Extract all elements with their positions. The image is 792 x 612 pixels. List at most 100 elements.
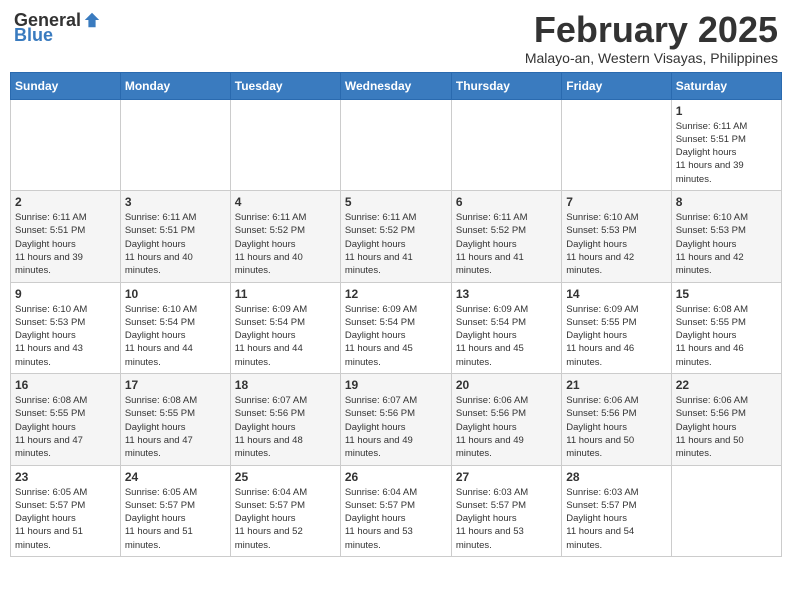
calendar-cell: 25 Sunrise: 6:04 AMSunset: 5:57 PMDaylig… [230,465,340,556]
day-info: Sunrise: 6:08 AMSunset: 5:55 PMDaylight … [676,304,748,368]
weekday-header: Tuesday [230,72,340,99]
calendar-week-row: 16 Sunrise: 6:08 AMSunset: 5:55 PMDaylig… [11,374,782,465]
calendar-cell: 18 Sunrise: 6:07 AMSunset: 5:56 PMDaylig… [230,374,340,465]
day-info: Sunrise: 6:04 AMSunset: 5:57 PMDaylight … [345,487,417,551]
day-info: Sunrise: 6:06 AMSunset: 5:56 PMDaylight … [456,395,528,459]
calendar-cell [340,99,451,190]
day-info: Sunrise: 6:05 AMSunset: 5:57 PMDaylight … [15,487,87,551]
calendar-cell: 19 Sunrise: 6:07 AMSunset: 5:56 PMDaylig… [340,374,451,465]
day-info: Sunrise: 6:06 AMSunset: 5:56 PMDaylight … [676,395,748,459]
day-number: 23 [15,470,116,484]
calendar-cell: 11 Sunrise: 6:09 AMSunset: 5:54 PMDaylig… [230,282,340,373]
calendar-week-row: 1 Sunrise: 6:11 AMSunset: 5:51 PMDayligh… [11,99,782,190]
day-info: Sunrise: 6:03 AMSunset: 5:57 PMDaylight … [456,487,528,551]
calendar-cell: 10 Sunrise: 6:10 AMSunset: 5:54 PMDaylig… [120,282,230,373]
calendar-cell: 6 Sunrise: 6:11 AMSunset: 5:52 PMDayligh… [451,191,561,282]
day-number: 18 [235,378,336,392]
day-number: 7 [566,195,666,209]
day-info: Sunrise: 6:09 AMSunset: 5:55 PMDaylight … [566,304,638,368]
calendar-cell: 14 Sunrise: 6:09 AMSunset: 5:55 PMDaylig… [562,282,671,373]
calendar-cell: 7 Sunrise: 6:10 AMSunset: 5:53 PMDayligh… [562,191,671,282]
calendar-cell [671,465,781,556]
day-number: 2 [15,195,116,209]
calendar-cell: 8 Sunrise: 6:10 AMSunset: 5:53 PMDayligh… [671,191,781,282]
calendar-cell [120,99,230,190]
day-info: Sunrise: 6:08 AMSunset: 5:55 PMDaylight … [15,395,87,459]
day-info: Sunrise: 6:10 AMSunset: 5:53 PMDaylight … [15,304,87,368]
day-info: Sunrise: 6:07 AMSunset: 5:56 PMDaylight … [235,395,307,459]
day-info: Sunrise: 6:08 AMSunset: 5:55 PMDaylight … [125,395,197,459]
day-info: Sunrise: 6:09 AMSunset: 5:54 PMDaylight … [456,304,528,368]
calendar-cell: 26 Sunrise: 6:04 AMSunset: 5:57 PMDaylig… [340,465,451,556]
day-info: Sunrise: 6:05 AMSunset: 5:57 PMDaylight … [125,487,197,551]
day-info: Sunrise: 6:11 AMSunset: 5:52 PMDaylight … [235,212,307,276]
day-number: 25 [235,470,336,484]
day-number: 10 [125,287,226,301]
calendar-cell: 21 Sunrise: 6:06 AMSunset: 5:56 PMDaylig… [562,374,671,465]
day-number: 3 [125,195,226,209]
day-info: Sunrise: 6:10 AMSunset: 5:53 PMDaylight … [566,212,638,276]
calendar-cell: 17 Sunrise: 6:08 AMSunset: 5:55 PMDaylig… [120,374,230,465]
page-header: General Blue February 2025 Malayo-an, We… [10,10,782,66]
calendar-cell: 12 Sunrise: 6:09 AMSunset: 5:54 PMDaylig… [340,282,451,373]
calendar-cell: 23 Sunrise: 6:05 AMSunset: 5:57 PMDaylig… [11,465,121,556]
calendar-cell: 20 Sunrise: 6:06 AMSunset: 5:56 PMDaylig… [451,374,561,465]
day-number: 24 [125,470,226,484]
day-info: Sunrise: 6:04 AMSunset: 5:57 PMDaylight … [235,487,307,551]
weekday-header: Saturday [671,72,781,99]
day-info: Sunrise: 6:06 AMSunset: 5:56 PMDaylight … [566,395,638,459]
day-number: 27 [456,470,557,484]
day-number: 28 [566,470,666,484]
calendar-cell: 15 Sunrise: 6:08 AMSunset: 5:55 PMDaylig… [671,282,781,373]
day-info: Sunrise: 6:09 AMSunset: 5:54 PMDaylight … [235,304,307,368]
calendar-cell: 3 Sunrise: 6:11 AMSunset: 5:51 PMDayligh… [120,191,230,282]
day-number: 8 [676,195,777,209]
calendar-cell: 28 Sunrise: 6:03 AMSunset: 5:57 PMDaylig… [562,465,671,556]
day-info: Sunrise: 6:07 AMSunset: 5:56 PMDaylight … [345,395,417,459]
day-number: 17 [125,378,226,392]
day-info: Sunrise: 6:10 AMSunset: 5:54 PMDaylight … [125,304,197,368]
calendar-cell: 27 Sunrise: 6:03 AMSunset: 5:57 PMDaylig… [451,465,561,556]
calendar-cell: 4 Sunrise: 6:11 AMSunset: 5:52 PMDayligh… [230,191,340,282]
day-number: 16 [15,378,116,392]
weekday-header: Friday [562,72,671,99]
day-number: 11 [235,287,336,301]
logo-icon [83,11,101,29]
day-number: 26 [345,470,447,484]
weekday-header: Sunday [11,72,121,99]
day-number: 19 [345,378,447,392]
month-title: February 2025 [525,10,778,50]
calendar-cell: 1 Sunrise: 6:11 AMSunset: 5:51 PMDayligh… [671,99,781,190]
calendar-week-row: 2 Sunrise: 6:11 AMSunset: 5:51 PMDayligh… [11,191,782,282]
day-info: Sunrise: 6:11 AMSunset: 5:52 PMDaylight … [345,212,417,276]
calendar-table: SundayMondayTuesdayWednesdayThursdayFrid… [10,72,782,557]
day-info: Sunrise: 6:11 AMSunset: 5:51 PMDaylight … [125,212,197,276]
day-number: 4 [235,195,336,209]
day-number: 1 [676,104,777,118]
day-number: 22 [676,378,777,392]
day-number: 6 [456,195,557,209]
calendar-cell [230,99,340,190]
day-info: Sunrise: 6:11 AMSunset: 5:52 PMDaylight … [456,212,528,276]
day-number: 15 [676,287,777,301]
calendar-cell: 24 Sunrise: 6:05 AMSunset: 5:57 PMDaylig… [120,465,230,556]
weekday-header: Thursday [451,72,561,99]
day-info: Sunrise: 6:11 AMSunset: 5:51 PMDaylight … [676,121,748,185]
title-area: February 2025 Malayo-an, Western Visayas… [525,10,778,66]
calendar-cell: 5 Sunrise: 6:11 AMSunset: 5:52 PMDayligh… [340,191,451,282]
calendar-cell: 22 Sunrise: 6:06 AMSunset: 5:56 PMDaylig… [671,374,781,465]
calendar-cell [451,99,561,190]
calendar-cell: 16 Sunrise: 6:08 AMSunset: 5:55 PMDaylig… [11,374,121,465]
day-number: 9 [15,287,116,301]
day-number: 21 [566,378,666,392]
weekday-header: Monday [120,72,230,99]
calendar-cell [562,99,671,190]
day-info: Sunrise: 6:11 AMSunset: 5:51 PMDaylight … [15,212,87,276]
location-subtitle: Malayo-an, Western Visayas, Philippines [525,50,778,66]
day-number: 12 [345,287,447,301]
day-number: 13 [456,287,557,301]
calendar-cell [11,99,121,190]
day-number: 14 [566,287,666,301]
day-info: Sunrise: 6:10 AMSunset: 5:53 PMDaylight … [676,212,748,276]
calendar-cell: 13 Sunrise: 6:09 AMSunset: 5:54 PMDaylig… [451,282,561,373]
